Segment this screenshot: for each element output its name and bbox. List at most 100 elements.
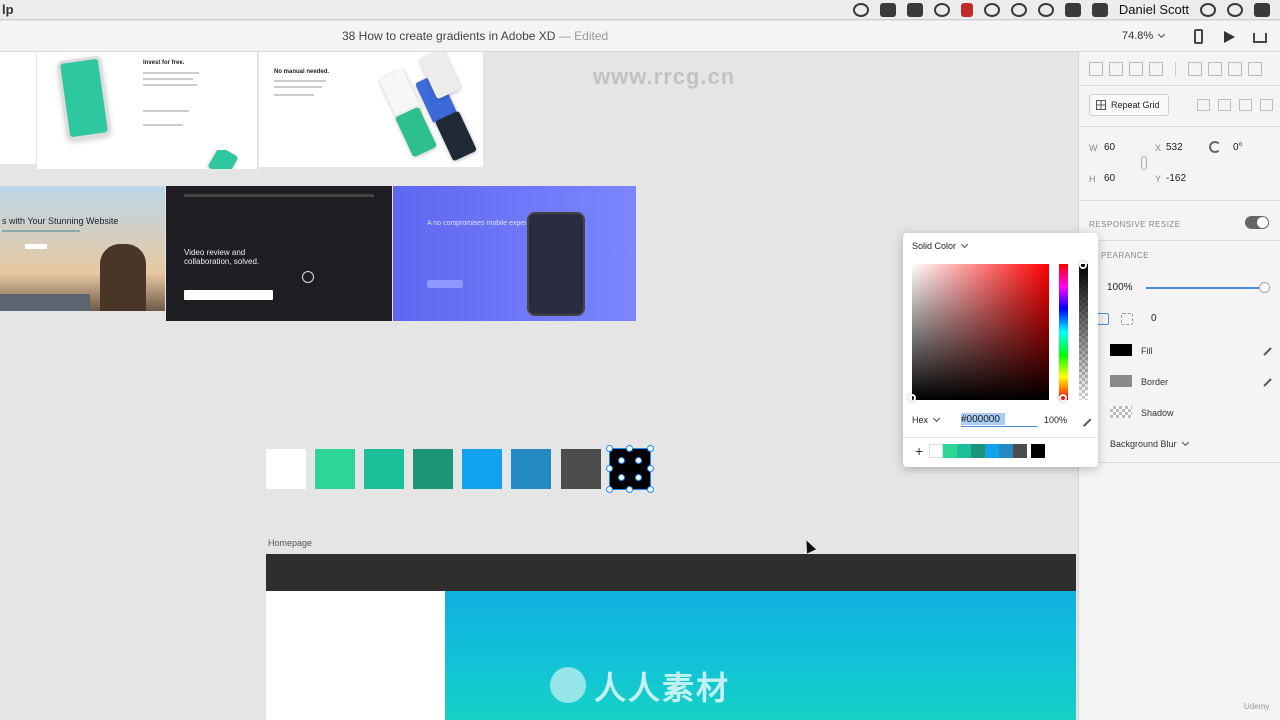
shadow-swatch[interactable] [1110, 406, 1132, 418]
rotation-field[interactable]: 0° [1233, 142, 1243, 153]
color-knob[interactable] [908, 394, 916, 402]
color-swatch[interactable] [511, 449, 551, 489]
add-swatch-button[interactable]: + [915, 443, 923, 459]
resize-handle[interactable] [647, 465, 654, 472]
corner-radius-field[interactable]: 0 [1151, 313, 1157, 324]
artboard-video-review[interactable]: Video review and collaboration, solved. [166, 186, 392, 321]
color-swatch[interactable] [561, 449, 601, 489]
artboard-label[interactable]: Homepage [268, 538, 312, 548]
corner-radius-handle[interactable] [635, 457, 642, 464]
saved-swatch[interactable] [1031, 444, 1045, 458]
resize-handle[interactable] [606, 465, 613, 472]
notification-center-icon[interactable] [1254, 2, 1270, 17]
time-machine-icon[interactable] [983, 2, 1000, 17]
resize-handle[interactable] [606, 486, 613, 493]
width-field[interactable]: 60 [1104, 142, 1115, 153]
fill-swatch[interactable] [1110, 344, 1132, 356]
opacity-field[interactable]: 100% [1107, 282, 1133, 293]
network-icon[interactable] [879, 2, 896, 17]
color-swatch[interactable] [364, 449, 404, 489]
resize-handle[interactable] [647, 445, 654, 452]
homepage-sidebar[interactable] [266, 591, 445, 720]
artboard-partial[interactable] [0, 52, 36, 164]
eyedropper-icon[interactable] [1256, 371, 1272, 387]
border-swatch[interactable] [1110, 375, 1132, 387]
homepage-header-bar[interactable] [266, 554, 1076, 591]
battery-icon[interactable] [1064, 2, 1081, 17]
eyedropper-icon[interactable] [1256, 340, 1272, 356]
resize-handle[interactable] [626, 445, 633, 452]
align-right-icon[interactable] [1228, 62, 1242, 76]
color-swatch[interactable] [315, 449, 355, 489]
saved-swatch[interactable] [929, 444, 943, 458]
saturation-brightness-field[interactable] [908, 264, 1049, 402]
notification-icon[interactable] [933, 2, 950, 17]
zoom-dropdown[interactable]: 74.8% [1122, 30, 1166, 42]
play-preview-icon[interactable] [1224, 31, 1235, 43]
corner-radius-handle[interactable] [618, 457, 625, 464]
artboard-stunning-website[interactable]: s with Your Stunning Website [0, 186, 165, 311]
height-field[interactable]: 60 [1104, 173, 1115, 184]
hue-slider[interactable] [1059, 264, 1068, 402]
saved-swatch[interactable] [971, 444, 985, 458]
x-field[interactable]: 532 [1166, 142, 1183, 153]
spotlight-search-icon[interactable] [1200, 2, 1216, 17]
saved-swatch[interactable] [957, 444, 971, 458]
lock-aspect-icon[interactable] [1141, 156, 1147, 170]
exclude-boolean-icon[interactable] [1260, 99, 1273, 111]
resize-handle[interactable] [647, 486, 654, 493]
user-name[interactable]: Daniel Scott [1119, 2, 1189, 17]
saved-swatch[interactable] [999, 444, 1013, 458]
device-preview-icon[interactable] [1194, 29, 1203, 44]
saved-swatch[interactable] [943, 444, 957, 458]
per-corner-radius-icon[interactable] [1121, 313, 1133, 325]
align-top-icon[interactable] [1089, 62, 1103, 76]
saved-swatch[interactable] [1013, 444, 1027, 458]
eyedropper-icon[interactable] [1076, 412, 1092, 427]
corner-radius-icon[interactable] [1097, 313, 1109, 325]
fill-type-dropdown[interactable]: Solid Color [912, 240, 969, 251]
screen-icon[interactable] [906, 2, 923, 17]
creative-cloud-icon[interactable] [852, 2, 869, 17]
keyboard-icon[interactable] [1091, 2, 1108, 17]
subtract-boolean-icon[interactable] [1218, 99, 1231, 111]
align-center-icon[interactable] [1208, 62, 1222, 76]
corner-radius-handle[interactable] [635, 474, 642, 481]
distribute-vertical-icon[interactable] [1149, 62, 1163, 76]
align-middle-icon[interactable] [1109, 62, 1123, 76]
app-menu[interactable]: lp [0, 2, 14, 17]
intersect-boolean-icon[interactable] [1239, 99, 1252, 111]
bluetooth-icon[interactable] [1010, 2, 1027, 17]
color-format-dropdown[interactable]: Hex [912, 414, 941, 425]
color-swatch[interactable] [266, 449, 306, 489]
corner-radius-handle[interactable] [618, 474, 625, 481]
responsive-resize-toggle[interactable] [1245, 216, 1269, 229]
siri-icon[interactable] [1227, 2, 1243, 17]
selected-swatch[interactable] [606, 445, 654, 493]
hue-knob[interactable] [1059, 394, 1067, 402]
align-left-icon[interactable] [1188, 62, 1202, 76]
background-blur-dropdown[interactable]: Background Blur [1110, 438, 1189, 449]
opacity-slider-handle[interactable] [1259, 282, 1270, 293]
record-icon[interactable] [960, 2, 973, 17]
align-bottom-icon[interactable] [1129, 62, 1143, 76]
resize-handle[interactable] [626, 486, 633, 493]
alpha-field[interactable]: 100% [1044, 415, 1067, 425]
add-boolean-icon[interactable] [1197, 99, 1210, 111]
homepage-gradient-rectangle[interactable] [445, 591, 1076, 720]
alpha-knob[interactable] [1079, 261, 1087, 269]
wifi-icon[interactable] [1037, 2, 1054, 17]
artboard-mobile-experience[interactable]: A no compromises mobile experience [393, 186, 636, 321]
color-swatch[interactable] [462, 449, 502, 489]
opacity-slider[interactable] [1146, 287, 1262, 289]
alpha-slider[interactable] [1079, 261, 1088, 400]
hex-input[interactable] [961, 413, 1037, 427]
artboard-no-manual[interactable]: No manual needed. [259, 52, 483, 167]
y-field[interactable]: -162 [1166, 173, 1186, 184]
color-swatch[interactable] [413, 449, 453, 489]
saved-swatch[interactable] [985, 444, 999, 458]
resize-handle[interactable] [606, 445, 613, 452]
repeat-grid-button[interactable]: Repeat Grid [1089, 94, 1169, 116]
share-icon[interactable] [1253, 33, 1267, 43]
distribute-horizontal-icon[interactable] [1248, 62, 1262, 76]
